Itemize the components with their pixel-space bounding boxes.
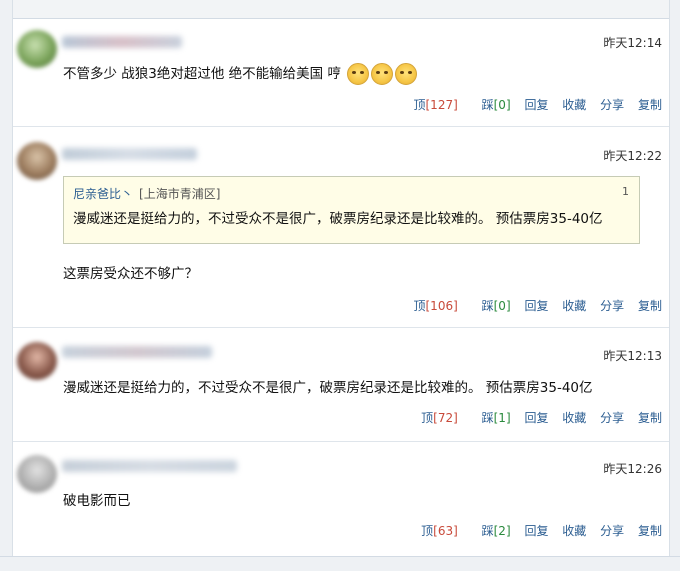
- quote-floor-number: 1: [622, 185, 629, 198]
- emoji-face-icon: [347, 63, 370, 85]
- comment-time: 昨天12:13: [603, 349, 662, 363]
- quote-author-link[interactable]: 尼亲爸比丶: [73, 187, 133, 201]
- ding-label: 顶: [413, 299, 426, 313]
- comment-time: 昨天12:22: [603, 149, 662, 163]
- avatar[interactable]: [17, 142, 57, 180]
- avatar[interactable]: [17, 455, 57, 493]
- share-button[interactable]: 分享: [600, 98, 624, 112]
- ding-button[interactable]: 顶[106]: [403, 299, 457, 313]
- ding-label: 顶: [421, 411, 434, 425]
- username-blurred[interactable]: [62, 148, 197, 160]
- favorite-button[interactable]: 收藏: [562, 411, 586, 425]
- share-button[interactable]: 分享: [600, 411, 624, 425]
- ding-label: 顶: [413, 98, 426, 112]
- reply-button[interactable]: 回复: [524, 98, 548, 112]
- username-blurred[interactable]: [62, 36, 182, 48]
- ding-button[interactable]: 顶[63]: [411, 524, 458, 538]
- quoted-comment: 尼亲爸比丶 [上海市青浦区] 1 漫威迷还是挺给力的，不过受众不是很广，破票房纪录…: [63, 176, 640, 244]
- username-blurred[interactable]: [62, 346, 212, 358]
- cai-label: 踩: [481, 299, 494, 313]
- share-button[interactable]: 分享: [600, 299, 624, 313]
- comment-divider: [13, 327, 669, 328]
- comment-time: 昨天12:26: [603, 462, 662, 476]
- comment-actions: 顶[72] 踩[1] 回复 收藏 分享 复制: [401, 409, 662, 426]
- quote-text: 漫威迷还是挺给力的，不过受众不是很广，破票房纪录还是比较难的。 预估票房35-4…: [73, 211, 603, 227]
- favorite-button[interactable]: 收藏: [562, 98, 586, 112]
- cai-count: [1]: [493, 411, 511, 425]
- comment-time: 昨天12:14: [603, 36, 662, 50]
- comment-text: 这票房受众还不够广？: [63, 266, 198, 282]
- ding-count: [106]: [425, 299, 458, 313]
- comment-text-body: 不管多少 战狼3绝对超过他 绝不能输给美国 哼: [63, 66, 341, 82]
- ding-button[interactable]: 顶[127]: [403, 98, 457, 112]
- left-frame: [0, 0, 13, 570]
- comment-actions: 顶[127] 踩[0] 回复 收藏 分享 复制: [393, 96, 662, 113]
- cai-button[interactable]: 踩[0]: [472, 98, 511, 112]
- cai-label: 踩: [481, 524, 494, 538]
- ding-button[interactable]: 顶[72]: [411, 411, 458, 425]
- cai-button[interactable]: 踩[2]: [472, 524, 511, 538]
- cai-label: 踩: [481, 411, 494, 425]
- cai-button[interactable]: 踩[1]: [472, 411, 511, 425]
- comment-divider: [13, 126, 669, 127]
- ding-count: [63]: [433, 524, 458, 538]
- comment-text: 不管多少 战狼3绝对超过他 绝不能输给美国 哼: [63, 62, 418, 85]
- emoji-face-icon: [371, 63, 394, 85]
- cai-count: [0]: [493, 299, 511, 313]
- cai-button[interactable]: 踩[0]: [472, 299, 511, 313]
- top-frame: [0, 0, 680, 19]
- emoji-face-icon: [395, 63, 418, 85]
- username-blurred[interactable]: [62, 460, 237, 472]
- quote-header: 尼亲爸比丶 [上海市青浦区]: [73, 185, 220, 202]
- copy-button[interactable]: 复制: [638, 98, 662, 112]
- cai-label: 踩: [481, 98, 494, 112]
- copy-button[interactable]: 复制: [638, 299, 662, 313]
- comment-actions: 顶[106] 踩[0] 回复 收藏 分享 复制: [393, 297, 662, 314]
- comment-actions: 顶[63] 踩[2] 回复 收藏 分享 复制: [401, 522, 662, 539]
- ding-count: [72]: [433, 411, 458, 425]
- ding-count: [127]: [425, 98, 458, 112]
- avatar[interactable]: [17, 342, 57, 380]
- favorite-button[interactable]: 收藏: [562, 524, 586, 538]
- right-scrollbar[interactable]: [669, 0, 680, 570]
- comment-text: 漫威迷还是挺给力的，不过受众不是很广，破票房纪录还是比较难的。 预估票房35-4…: [63, 380, 593, 396]
- favorite-button[interactable]: 收藏: [562, 299, 586, 313]
- quote-location: [上海市青浦区]: [139, 187, 221, 201]
- cai-count: [0]: [493, 98, 511, 112]
- share-button[interactable]: 分享: [600, 524, 624, 538]
- bottom-frame: [0, 556, 680, 571]
- avatar[interactable]: [17, 30, 57, 68]
- reply-button[interactable]: 回复: [524, 411, 548, 425]
- cai-count: [2]: [493, 524, 511, 538]
- reply-button[interactable]: 回复: [524, 299, 548, 313]
- comment-divider: [13, 441, 669, 442]
- copy-button[interactable]: 复制: [638, 411, 662, 425]
- ding-label: 顶: [421, 524, 434, 538]
- reply-button[interactable]: 回复: [524, 524, 548, 538]
- comment-text: 破电影而已: [63, 493, 131, 509]
- copy-button[interactable]: 复制: [638, 524, 662, 538]
